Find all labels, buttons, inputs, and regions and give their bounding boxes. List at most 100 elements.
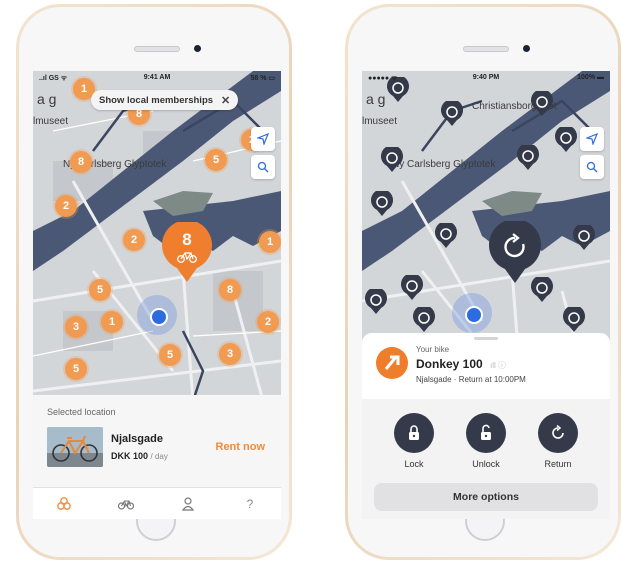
return-station-pin[interactable] xyxy=(370,189,394,217)
bike-cluster[interactable]: 3 xyxy=(65,316,87,338)
lock-button[interactable]: Lock xyxy=(386,413,442,469)
donkey-republic-logo-icon xyxy=(376,347,408,379)
lock-label: Lock xyxy=(404,459,424,469)
tab-bike[interactable] xyxy=(115,493,137,515)
screen-map-view: ..ıl GS ᯤ 9:41 AM 58 % ▭ a g lmuseet Ny … xyxy=(33,71,281,519)
bike-cluster[interactable]: 8 xyxy=(70,151,92,173)
screen-active-ride: ●●●●● ᯤ 9:40 PM 100% ▬ a g lmuseet Chris… xyxy=(362,71,610,519)
return-icon xyxy=(538,413,578,453)
return-station-pin[interactable] xyxy=(530,89,554,117)
status-bar: ..ıl GS ᯤ 9:41 AM 58 % ▭ xyxy=(33,71,281,85)
map-label-top: a g xyxy=(366,91,386,107)
search-icon xyxy=(257,161,269,173)
tab-bar: ? xyxy=(33,487,281,519)
bike-photo xyxy=(47,427,103,467)
selected-location-card[interactable]: Selected location Njalsgade DKK 100 / da… xyxy=(33,395,281,487)
bike-cluster[interactable]: 5 xyxy=(205,149,227,171)
phone-bezel: ..ıl GS ᯤ 9:41 AM 58 % ▭ a g lmuseet Ny … xyxy=(19,7,289,557)
user-location-dot xyxy=(137,295,177,335)
bike-cluster[interactable]: 5 xyxy=(159,344,181,366)
bike-cluster[interactable]: 2 xyxy=(123,229,145,251)
bikes-cluster-icon xyxy=(57,496,71,510)
return-station-pin[interactable] xyxy=(516,143,540,171)
bike-cluster[interactable]: 5 xyxy=(65,358,87,380)
return-station-pin[interactable] xyxy=(562,305,586,333)
return-station-pin[interactable] xyxy=(554,125,578,153)
membership-pill[interactable]: Show local memberships ✕ xyxy=(91,90,239,110)
bike-cluster[interactable]: 1 xyxy=(101,311,123,333)
map-label-top: a g xyxy=(37,91,57,107)
map-label-glyptotek: Ny Carlsberg Glyptotek xyxy=(392,159,496,170)
bike-eyebrow: Your bike xyxy=(416,345,450,354)
search-icon xyxy=(586,161,598,173)
navigation-arrow-icon xyxy=(586,133,598,145)
bike-subtitle: Njalsgade · Return at 10:00PM xyxy=(416,375,526,384)
bike-cluster[interactable]: 2 xyxy=(257,311,279,333)
speaker-grille xyxy=(463,46,509,52)
phone-frame-1: ..ıl GS ᯤ 9:41 AM 58 % ▭ a g lmuseet Ny … xyxy=(16,4,292,560)
sheet-handle[interactable] xyxy=(474,337,498,340)
status-time: 9:41 AM xyxy=(143,74,171,81)
help-icon: ? xyxy=(246,496,254,511)
selected-cluster-count: 8 xyxy=(182,230,192,249)
membership-pill-label: Show local memberships xyxy=(99,94,214,106)
map-search-button[interactable] xyxy=(580,155,604,179)
bike-icon xyxy=(177,252,197,263)
navigation-arrow-icon xyxy=(257,133,269,145)
return-station-pin[interactable] xyxy=(412,305,436,333)
price-value: DKK 100 xyxy=(111,451,149,461)
bike-cluster[interactable]: 8 xyxy=(219,279,241,301)
bike-summary[interactable]: Your bike Donkey 100 ıll ⓘ Njalsgade · R… xyxy=(362,333,610,399)
active-bike-sheet: Your bike Donkey 100 ıll ⓘ Njalsgade · R… xyxy=(362,333,610,519)
close-icon[interactable]: ✕ xyxy=(221,94,230,107)
return-icon xyxy=(489,219,541,283)
bike-cluster[interactable]: 1 xyxy=(259,231,281,253)
battery-indicator: 100% ▬ xyxy=(577,74,604,81)
locate-me-button[interactable] xyxy=(580,127,604,151)
locate-me-button[interactable] xyxy=(251,127,275,151)
status-bar: ●●●●● ᯤ 9:40 PM 100% ▬ xyxy=(362,71,610,85)
user-location-dot xyxy=(452,293,492,333)
rent-now-button[interactable]: Rent now xyxy=(216,441,266,453)
speaker-grille xyxy=(134,46,180,52)
bike-name-text: Donkey 100 xyxy=(416,357,483,371)
bike-name: Donkey 100 ıll ⓘ xyxy=(416,357,506,371)
front-camera xyxy=(194,45,201,52)
return-station-pin[interactable] xyxy=(364,287,388,315)
selected-return-pin[interactable] xyxy=(488,219,542,285)
signal-info-icon[interactable]: ıll ⓘ xyxy=(490,361,506,370)
bike-cluster[interactable]: 2 xyxy=(55,195,77,217)
selected-cluster-pin[interactable]: 8 xyxy=(161,222,213,284)
return-station-pin[interactable] xyxy=(572,223,596,251)
bike-cluster[interactable]: 5 xyxy=(89,279,111,301)
return-station-pin[interactable] xyxy=(380,145,404,173)
tab-profile[interactable] xyxy=(177,493,199,515)
selected-location-title: Selected location xyxy=(47,407,116,417)
location-name: Njalsgade xyxy=(111,433,163,445)
return-button[interactable]: Return xyxy=(530,413,586,469)
tab-map[interactable] xyxy=(53,493,75,515)
battery-indicator: 58 % ▭ xyxy=(250,75,275,82)
unlock-button[interactable]: Unlock xyxy=(458,413,514,469)
phone-frame-2: ●●●●● ᯤ 9:40 PM 100% ▬ a g lmuseet Chris… xyxy=(345,4,621,560)
unlock-icon xyxy=(466,413,506,453)
more-options-button[interactable]: More options xyxy=(374,483,598,511)
phone-bezel: ●●●●● ᯤ 9:40 PM 100% ▬ a g lmuseet Chris… xyxy=(348,7,618,557)
profile-icon xyxy=(181,496,195,511)
unlock-label: Unlock xyxy=(472,459,500,469)
tab-help[interactable]: ? xyxy=(239,493,261,515)
map-label-museum: lmuseet xyxy=(33,116,69,127)
price: DKK 100 / day xyxy=(111,451,168,461)
map-label-museum: lmuseet xyxy=(362,116,398,127)
return-label: Return xyxy=(544,459,572,469)
map-search-button[interactable] xyxy=(251,155,275,179)
front-camera xyxy=(523,45,530,52)
lock-icon xyxy=(394,413,434,453)
return-station-pin[interactable] xyxy=(440,99,464,127)
bike-icon xyxy=(118,499,134,510)
price-unit: / day xyxy=(150,452,168,461)
return-station-pin[interactable] xyxy=(434,221,458,249)
status-time: 9:40 PM xyxy=(472,74,500,81)
return-station-pin[interactable] xyxy=(400,273,424,301)
bike-cluster[interactable]: 3 xyxy=(219,343,241,365)
